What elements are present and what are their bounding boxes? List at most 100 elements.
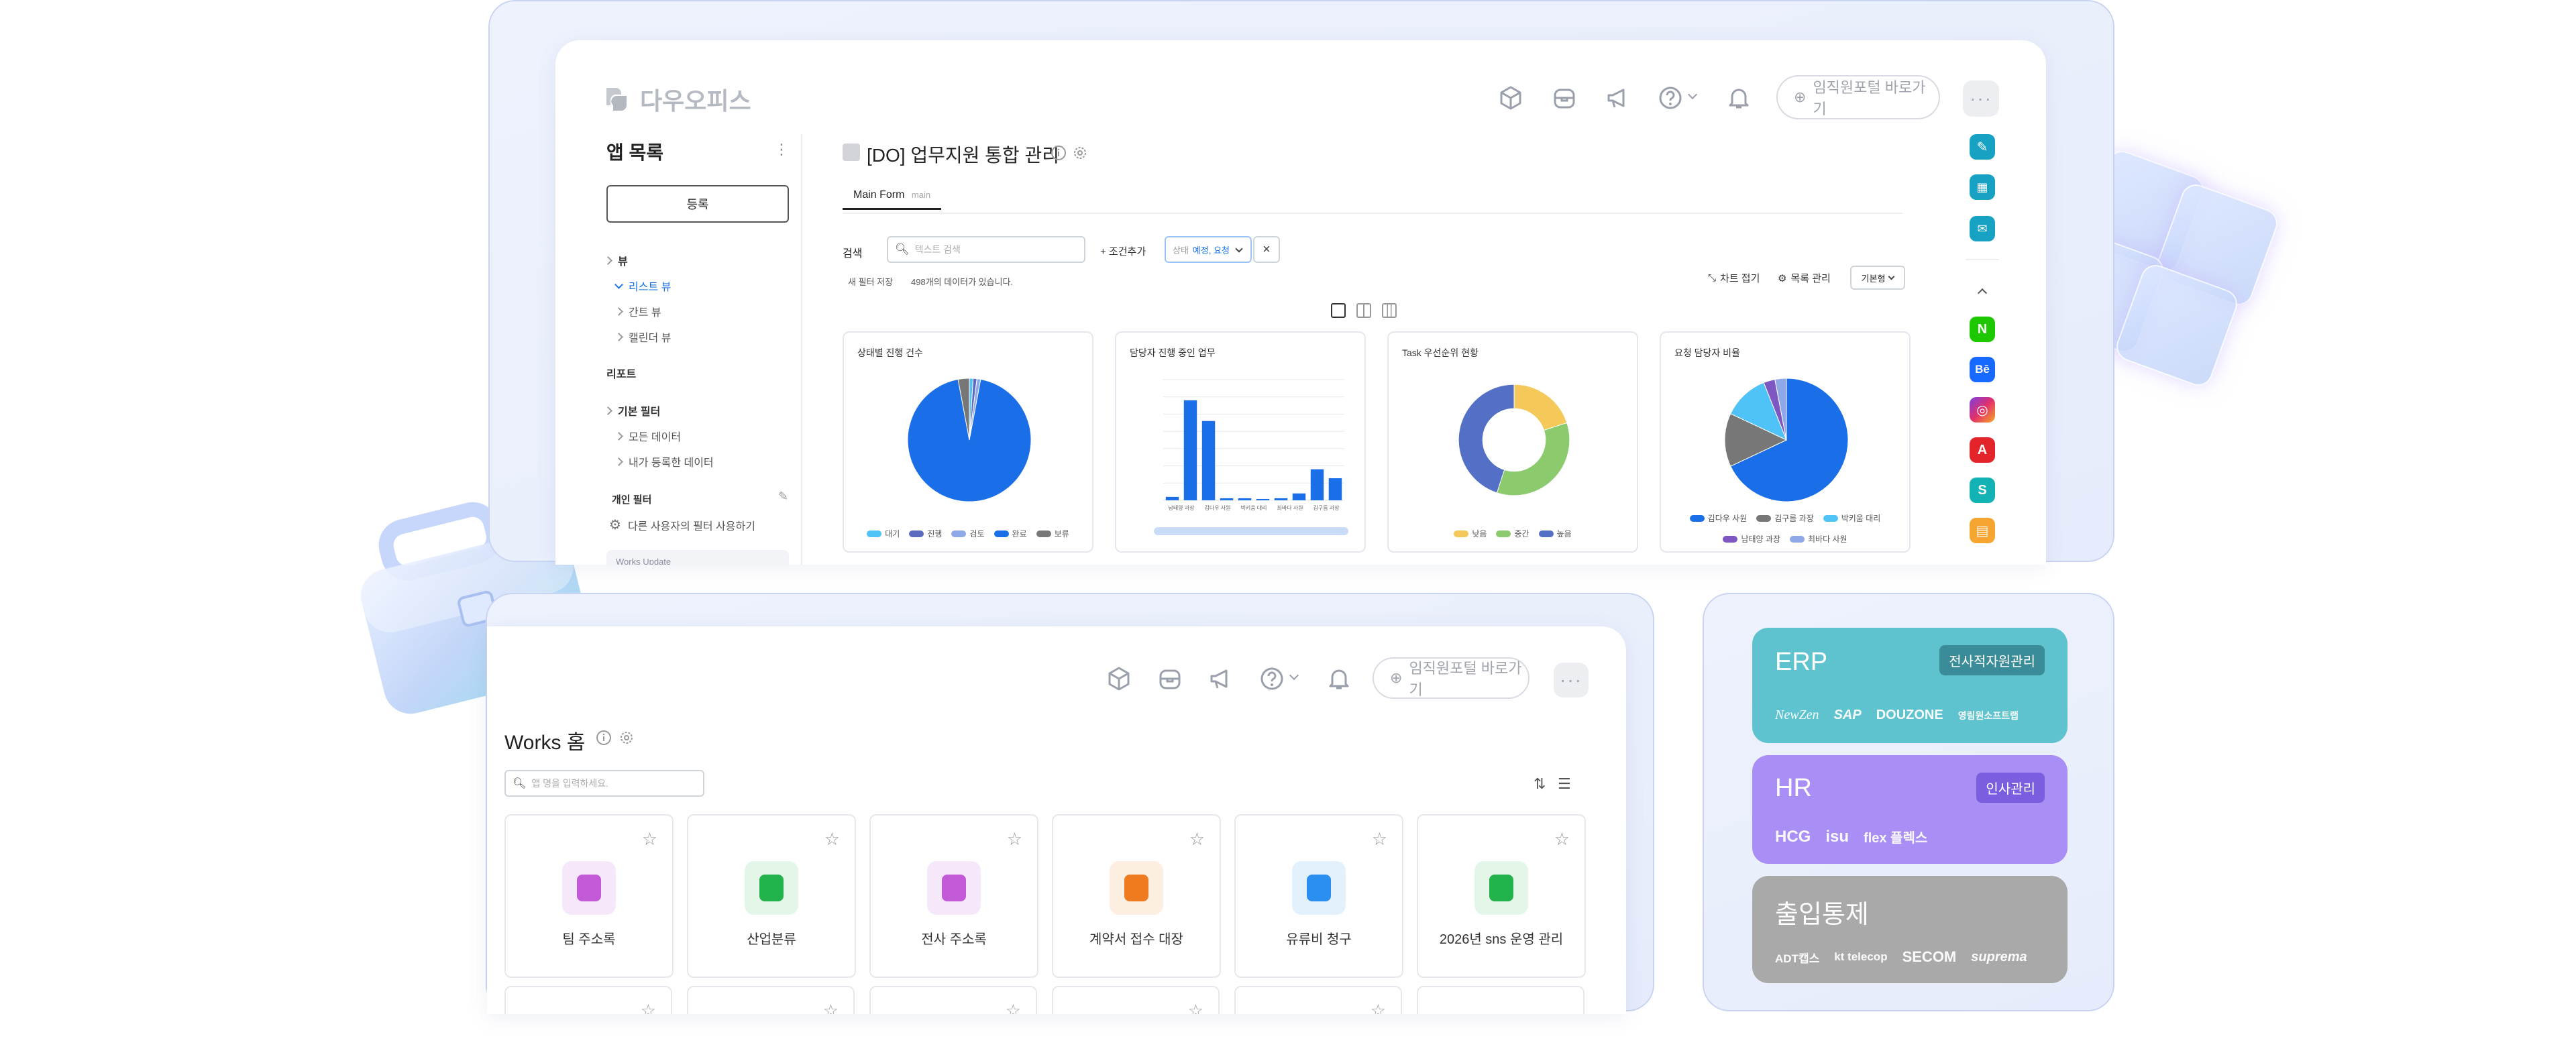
sidebar-item-list-view[interactable]: 리스트 뷰 — [614, 278, 671, 294]
works-update-banner[interactable]: Works Update — [606, 550, 789, 565]
archive-icon[interactable] — [1155, 664, 1185, 693]
megaphone-icon[interactable] — [1206, 664, 1236, 693]
logo[interactable]: 다우오피스 — [601, 82, 751, 117]
help-chevron-icon[interactable] — [1289, 670, 1299, 681]
edit-filter-icon[interactable]: ✎ — [778, 490, 788, 504]
bar — [1310, 469, 1324, 500]
search-input[interactable]: 🔍︎ 텍스트 검색 — [887, 236, 1085, 263]
help-chevron-icon[interactable] — [1687, 89, 1698, 100]
star-icon[interactable]: ☆ — [642, 829, 657, 850]
sidebar-item-other-filters[interactable]: ⚙ 다른 사용자의 필터 사용하기 — [609, 516, 755, 533]
app-icon — [745, 861, 798, 915]
rail-note-icon[interactable]: ▤ — [1970, 518, 1995, 543]
info-icon[interactable] — [1051, 145, 1067, 161]
page-title-checkbox[interactable] — [843, 144, 860, 161]
portal-button[interactable]: ⊕ 임직원포털 바로가기 — [1776, 75, 1940, 119]
sidebar-item-basic-filter[interactable]: 기본 필터 — [604, 402, 660, 418]
x-tick-label: 박키움 대리 — [1240, 504, 1267, 511]
legend-item: 김구름 과장 — [1756, 512, 1814, 524]
list-manage-button[interactable]: ⚙ 목록 관리 — [1778, 271, 1831, 285]
more-button[interactable]: ··· — [1554, 663, 1589, 697]
help-icon[interactable] — [1656, 83, 1685, 113]
product-card-access-control[interactable]: 출입통제 ADT캡스 kt telecop SECOM suprema — [1752, 876, 2068, 983]
partner-logo: isu — [1825, 827, 1849, 846]
clear-filter-button[interactable]: × — [1253, 236, 1280, 263]
rail-behance-icon[interactable]: Bē — [1970, 357, 1995, 382]
app-tile[interactable]: ☆ — [504, 986, 672, 1014]
sidebar-item-view[interactable]: 뷰 — [604, 252, 628, 268]
archive-icon[interactable] — [1550, 83, 1579, 113]
tab-main-form[interactable]: Main Form main — [843, 189, 942, 210]
sidebar-item-my-data[interactable]: 내가 등록한 데이터 — [614, 453, 714, 469]
star-icon: ☆ — [822, 1001, 839, 1014]
star-icon[interactable]: ☆ — [1007, 829, 1022, 850]
app-tile[interactable]: ☆ 유류비 청구 — [1234, 814, 1403, 978]
app-tile[interactable] — [1417, 986, 1585, 1014]
bell-icon[interactable] — [1324, 664, 1354, 693]
filter-chip[interactable]: 상태 예정, 요청 — [1165, 236, 1252, 263]
rail-acrobat-icon[interactable]: A — [1970, 437, 1995, 463]
register-button[interactable]: 등록 — [606, 185, 789, 223]
chart-scrollbar[interactable] — [1154, 527, 1348, 535]
collapse-chart-button[interactable]: ⤡ 차트 접기 — [1708, 271, 1760, 285]
chart-card-requester: 요청 담당자 비율 김다우 사원 김구름 과장 박키움 대리 남태양 과장 최바… — [1660, 331, 1911, 553]
product-card-hr[interactable]: HR 인사관리 HCG isu flex 플렉스 — [1752, 755, 2068, 864]
layout-2-col-icon[interactable] — [1356, 303, 1371, 318]
app-tile[interactable]: ☆ — [869, 986, 1037, 1014]
rail-collapse-icon[interactable] — [1977, 288, 1988, 298]
app-search-input[interactable]: 🔍︎ 앱 명을 입력하세요. — [504, 770, 704, 797]
cube-icon[interactable] — [1496, 83, 1525, 113]
globe-icon: ⊕ — [1794, 89, 1807, 105]
app-tile[interactable]: ☆ 2026년 sns 운영 관리 — [1417, 814, 1586, 978]
page-title: Works 홈 — [504, 732, 586, 754]
star-icon[interactable]: ☆ — [824, 829, 840, 850]
legend-item: 보류 — [1036, 528, 1069, 539]
rail-calendar-icon[interactable]: ▦ — [1970, 174, 1995, 200]
rail-naver-icon[interactable]: N — [1970, 317, 1995, 342]
product-card-erp[interactable]: ERP 전사적자원관리 NewZen SAP DOUZONE 영림원소프트랩 — [1752, 628, 2068, 743]
app-tile-label: 팀 주소록 — [562, 932, 616, 947]
info-icon[interactable] — [596, 730, 612, 746]
app-tile[interactable]: ☆ 팀 주소록 — [504, 814, 674, 978]
rail-s-icon[interactable]: S — [1970, 478, 1995, 503]
sort-icon[interactable]: ⇅ — [1534, 775, 1546, 793]
search-label: 검색 — [843, 248, 863, 260]
add-condition-button[interactable]: + 조건추가 — [1100, 244, 1146, 258]
view-mode-select[interactable]: 기본형 — [1850, 266, 1905, 290]
layout-1-col-icon[interactable] — [1331, 303, 1346, 318]
rail-edit-icon[interactable]: ✎ — [1970, 134, 1995, 160]
sidebar-item-all-data[interactable]: 모든 데이터 — [614, 428, 681, 444]
settings-icon[interactable] — [1072, 145, 1088, 161]
bar — [1165, 496, 1179, 500]
product-name: 출입통제 — [1775, 901, 1869, 929]
app-tile[interactable]: ☆ 전사 주소록 — [869, 814, 1038, 978]
portal-button[interactable]: ⊕ 임직원포털 바로가기 — [1373, 657, 1529, 699]
sidebar-item-report[interactable]: 리포트 — [606, 365, 636, 381]
list-view-icon[interactable]: ☰ — [1558, 775, 1571, 793]
sidebar-item-calendar-view[interactable]: 캘린더 뷰 — [614, 329, 671, 345]
app-tile[interactable]: ☆ 계약서 접수 대장 — [1052, 814, 1221, 978]
app-tile[interactable]: ☆ — [687, 986, 855, 1014]
app-tile[interactable]: ☆ — [1234, 986, 1402, 1014]
rail-mail-icon[interactable]: ✉ — [1970, 216, 1995, 241]
settings-icon[interactable] — [619, 730, 635, 746]
layout-3-col-icon[interactable] — [1382, 303, 1397, 318]
star-icon[interactable]: ☆ — [1372, 829, 1387, 850]
chart-legend: 김다우 사원 김구름 과장 박키움 대리 남태양 과장 최바다 사원 — [1661, 512, 1909, 545]
bell-icon[interactable] — [1724, 83, 1754, 113]
star-icon[interactable]: ☆ — [1189, 829, 1205, 850]
sidebar-kebab-icon[interactable]: ⋮ — [774, 141, 789, 158]
rail-instagram-icon[interactable]: ◎ — [1970, 397, 1995, 423]
cube-icon[interactable] — [1104, 664, 1134, 693]
more-button[interactable]: ··· — [1963, 80, 1999, 117]
megaphone-icon[interactable] — [1603, 83, 1633, 113]
star-icon[interactable]: ☆ — [1554, 829, 1570, 850]
sidebar-item-gantt-view[interactable]: 간트 뷰 — [614, 303, 661, 319]
app-tile[interactable]: ☆ 산업분류 — [687, 814, 856, 978]
app-tile[interactable]: ☆ — [1052, 986, 1220, 1014]
product-tag: 인사관리 — [1976, 773, 2045, 803]
help-icon[interactable] — [1257, 664, 1287, 693]
partner-logo: kt telecop — [1834, 950, 1888, 963]
save-filter-link[interactable]: 새 필터 저장 — [848, 275, 893, 288]
pie-slice — [1496, 422, 1570, 496]
